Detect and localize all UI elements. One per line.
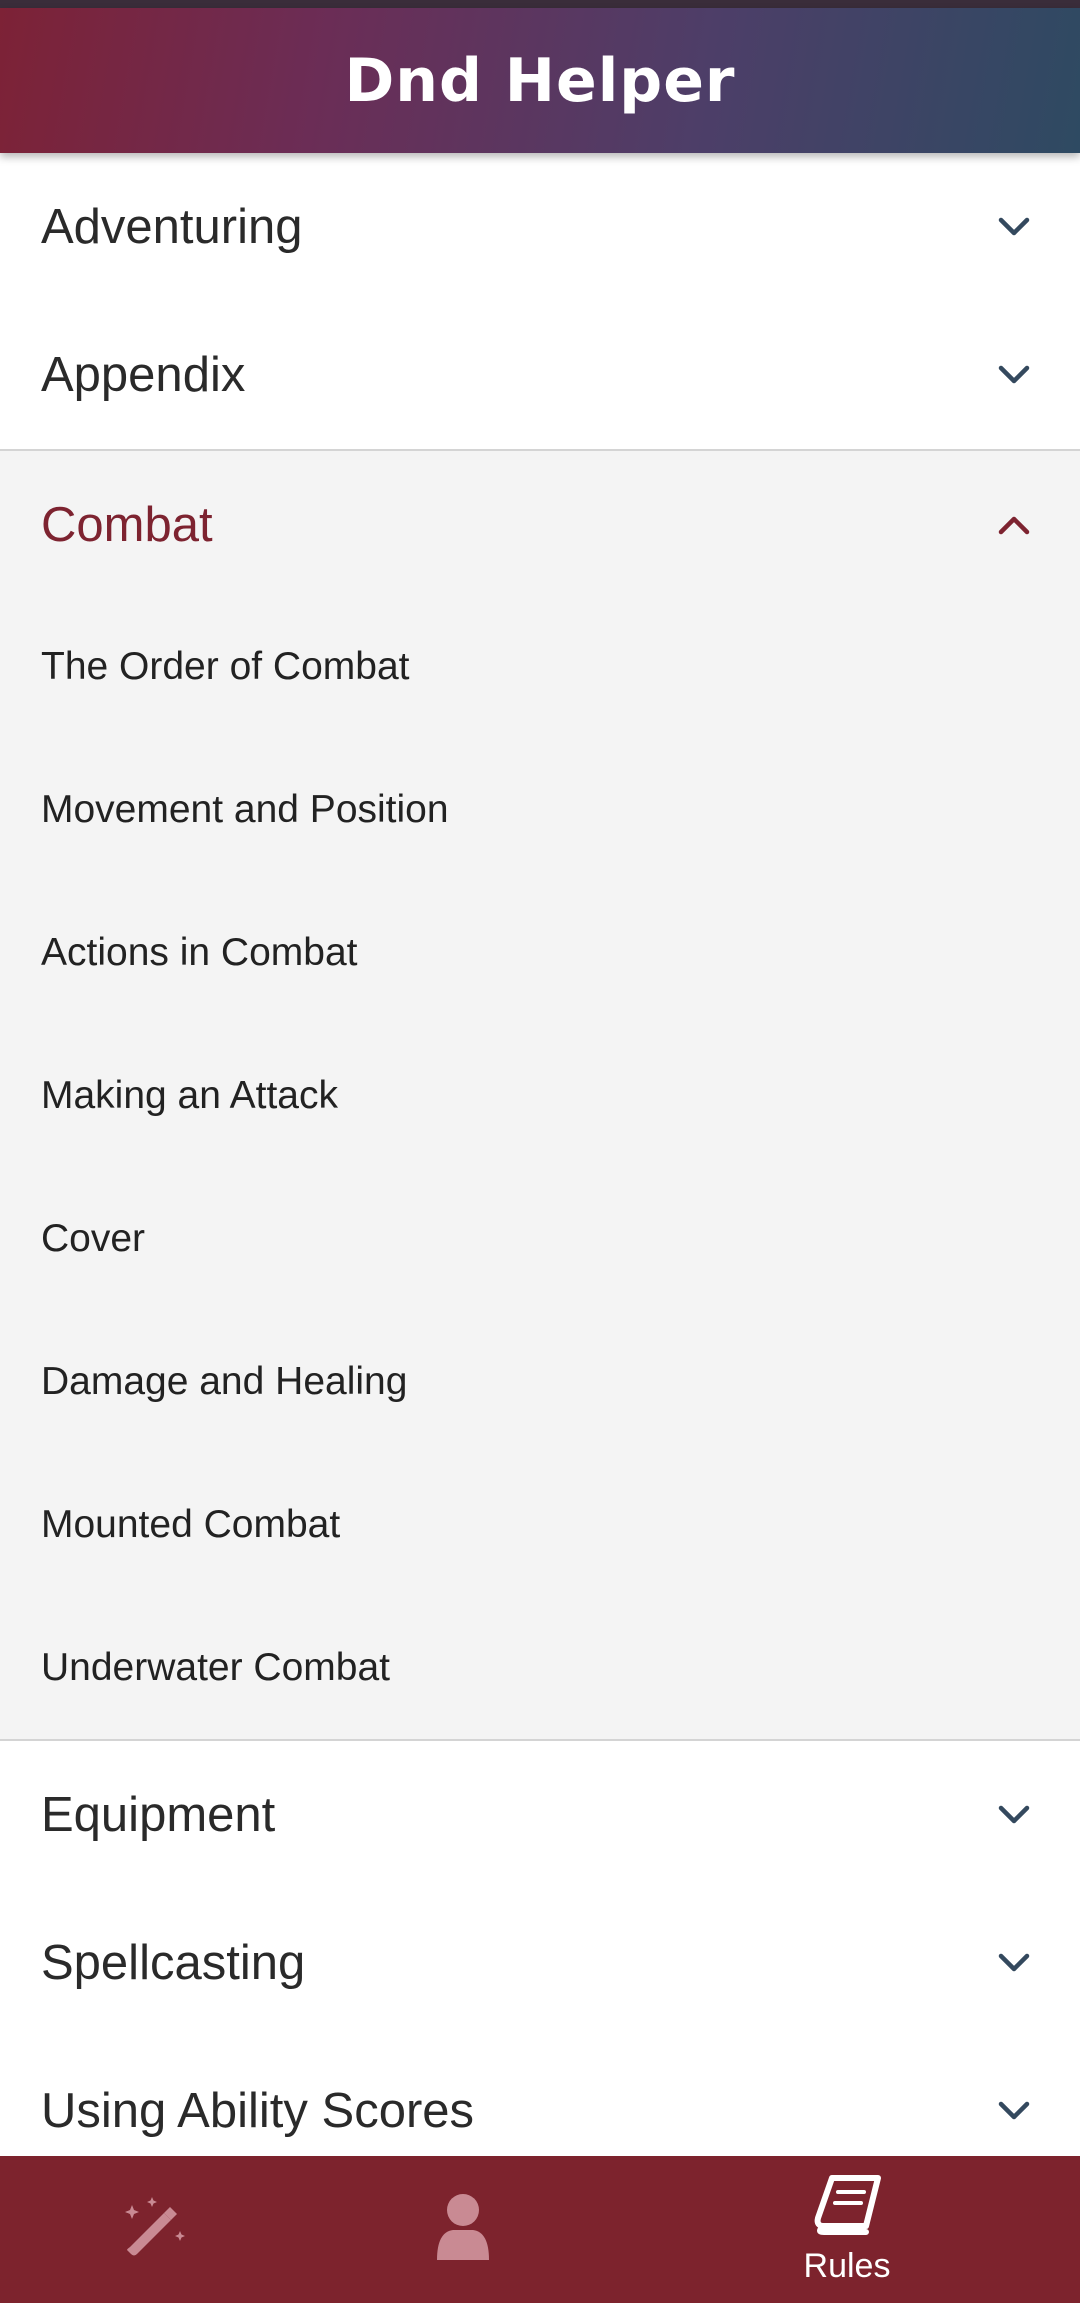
chevron-down-icon bbox=[998, 2101, 1030, 2121]
rules-list: Adventuring Appendix Combat The Order of… bbox=[0, 153, 1080, 2156]
section-ability-scores[interactable]: Using Ability Scores bbox=[0, 2037, 1080, 2156]
section-label: Equipment bbox=[41, 1788, 276, 1842]
section-label: Appendix bbox=[41, 348, 246, 402]
rule-cover[interactable]: Cover bbox=[0, 1167, 1080, 1310]
section-label: Combat bbox=[41, 498, 213, 552]
chevron-down-icon bbox=[998, 217, 1030, 237]
magic-wand-icon bbox=[118, 2191, 190, 2268]
rule-making-an-attack[interactable]: Making an Attack bbox=[0, 1024, 1080, 1167]
bottom-navigation: Rules bbox=[0, 2156, 1080, 2303]
nav-spells[interactable] bbox=[84, 2156, 224, 2303]
app-root: Dnd Helper Adventuring Appendix Combat T… bbox=[0, 0, 1080, 2303]
book-icon bbox=[812, 2174, 882, 2241]
rule-underwater-combat[interactable]: Underwater Combat bbox=[0, 1596, 1080, 1739]
chevron-down-icon bbox=[998, 1953, 1030, 1973]
rule-actions-in-combat[interactable]: Actions in Combat bbox=[0, 881, 1080, 1024]
rule-mounted-combat[interactable]: Mounted Combat bbox=[0, 1453, 1080, 1596]
section-combat[interactable]: Combat bbox=[0, 451, 1080, 599]
section-adventuring[interactable]: Adventuring bbox=[0, 153, 1080, 301]
section-label: Using Ability Scores bbox=[41, 2084, 475, 2138]
chevron-up-icon bbox=[998, 515, 1030, 535]
section-combat-expanded: Combat The Order of Combat Movement and … bbox=[0, 449, 1080, 1741]
nav-label: Rules bbox=[803, 2246, 891, 2285]
chevron-down-icon bbox=[998, 365, 1030, 385]
section-spellcasting[interactable]: Spellcasting bbox=[0, 1889, 1080, 2037]
chevron-down-icon bbox=[998, 1805, 1030, 1825]
user-icon bbox=[433, 2192, 493, 2267]
section-label: Spellcasting bbox=[41, 1936, 306, 1990]
rule-damage-and-healing[interactable]: Damage and Healing bbox=[0, 1310, 1080, 1453]
section-equipment[interactable]: Equipment bbox=[0, 1741, 1080, 1889]
app-header: Dnd Helper bbox=[0, 8, 1080, 153]
rule-order-of-combat[interactable]: The Order of Combat bbox=[0, 595, 1080, 738]
nav-character[interactable] bbox=[393, 2156, 533, 2303]
section-appendix[interactable]: Appendix bbox=[0, 301, 1080, 449]
combat-subitems: The Order of Combat Movement and Positio… bbox=[0, 595, 1080, 1739]
section-label: Adventuring bbox=[41, 200, 303, 254]
app-title: Dnd Helper bbox=[344, 45, 736, 116]
nav-rules[interactable]: Rules bbox=[777, 2156, 917, 2303]
rule-movement-and-position[interactable]: Movement and Position bbox=[0, 738, 1080, 881]
